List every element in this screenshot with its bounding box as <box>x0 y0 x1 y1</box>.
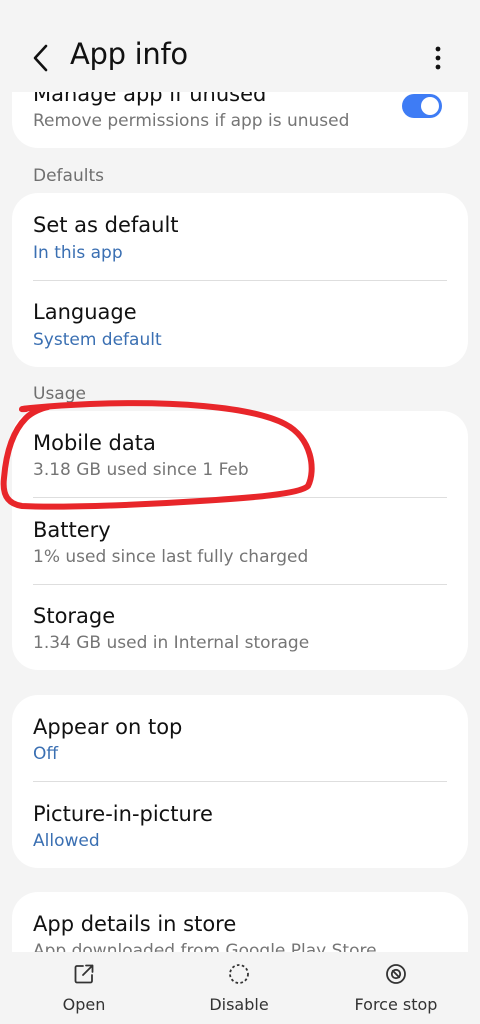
set-as-default-row[interactable]: Set as default In this app <box>12 193 468 280</box>
manage-unused-toggle[interactable] <box>402 94 442 118</box>
row-title: Picture-in-picture <box>33 802 213 826</box>
disable-button[interactable]: Disable <box>179 952 299 1024</box>
page-title: App info <box>70 37 188 71</box>
back-button[interactable] <box>28 40 56 76</box>
row-subtitle: Off <box>33 744 59 764</box>
appear-on-top-row[interactable]: Appear on top Off <box>12 695 468 781</box>
picture-in-picture-row[interactable]: Picture-in-picture Allowed <box>12 782 468 868</box>
red-annotation-mark <box>0 400 315 510</box>
row-title: App details in store <box>33 912 237 936</box>
disable-icon <box>229 964 249 984</box>
row-subtitle: System default <box>33 330 162 350</box>
row-title: Language <box>33 300 137 324</box>
bottom-action-bar: Open Disable Force stop <box>0 952 480 1024</box>
force-stop-icon <box>386 964 406 984</box>
row-title: Battery <box>33 518 111 542</box>
force-stop-label: Force stop <box>354 995 438 1014</box>
app-bar: App info <box>0 0 480 92</box>
more-options-button[interactable] <box>424 42 452 74</box>
row-subtitle: 1% used since last fully charged <box>33 547 309 567</box>
row-title: Storage <box>33 604 116 628</box>
chevron-left-icon <box>33 44 48 72</box>
row-subtitle: 1.34 GB used in Internal storage <box>33 633 310 653</box>
disable-label: Disable <box>209 995 269 1014</box>
row-title: Appear on top <box>33 715 183 739</box>
open-label: Open <box>62 995 106 1014</box>
row-subtitle: Allowed <box>33 831 100 851</box>
defaults-card: Set as default In this app Language Syst… <box>12 193 468 367</box>
row-subtitle: Remove permissions if app is unused <box>33 111 350 131</box>
open-button[interactable]: Open <box>24 952 144 1024</box>
open-external-icon <box>74 964 94 984</box>
more-vertical-icon <box>435 46 441 70</box>
storage-row[interactable]: Storage 1.34 GB used in Internal storage <box>12 585 468 670</box>
display-options-card: Appear on top Off Picture-in-picture All… <box>12 695 468 868</box>
section-label-defaults: Defaults <box>33 166 104 186</box>
row-subtitle: In this app <box>33 243 123 263</box>
toggle-knob <box>421 97 439 115</box>
row-title: Set as default <box>33 213 179 237</box>
language-row[interactable]: Language System default <box>12 281 468 367</box>
force-stop-button[interactable]: Force stop <box>336 952 456 1024</box>
